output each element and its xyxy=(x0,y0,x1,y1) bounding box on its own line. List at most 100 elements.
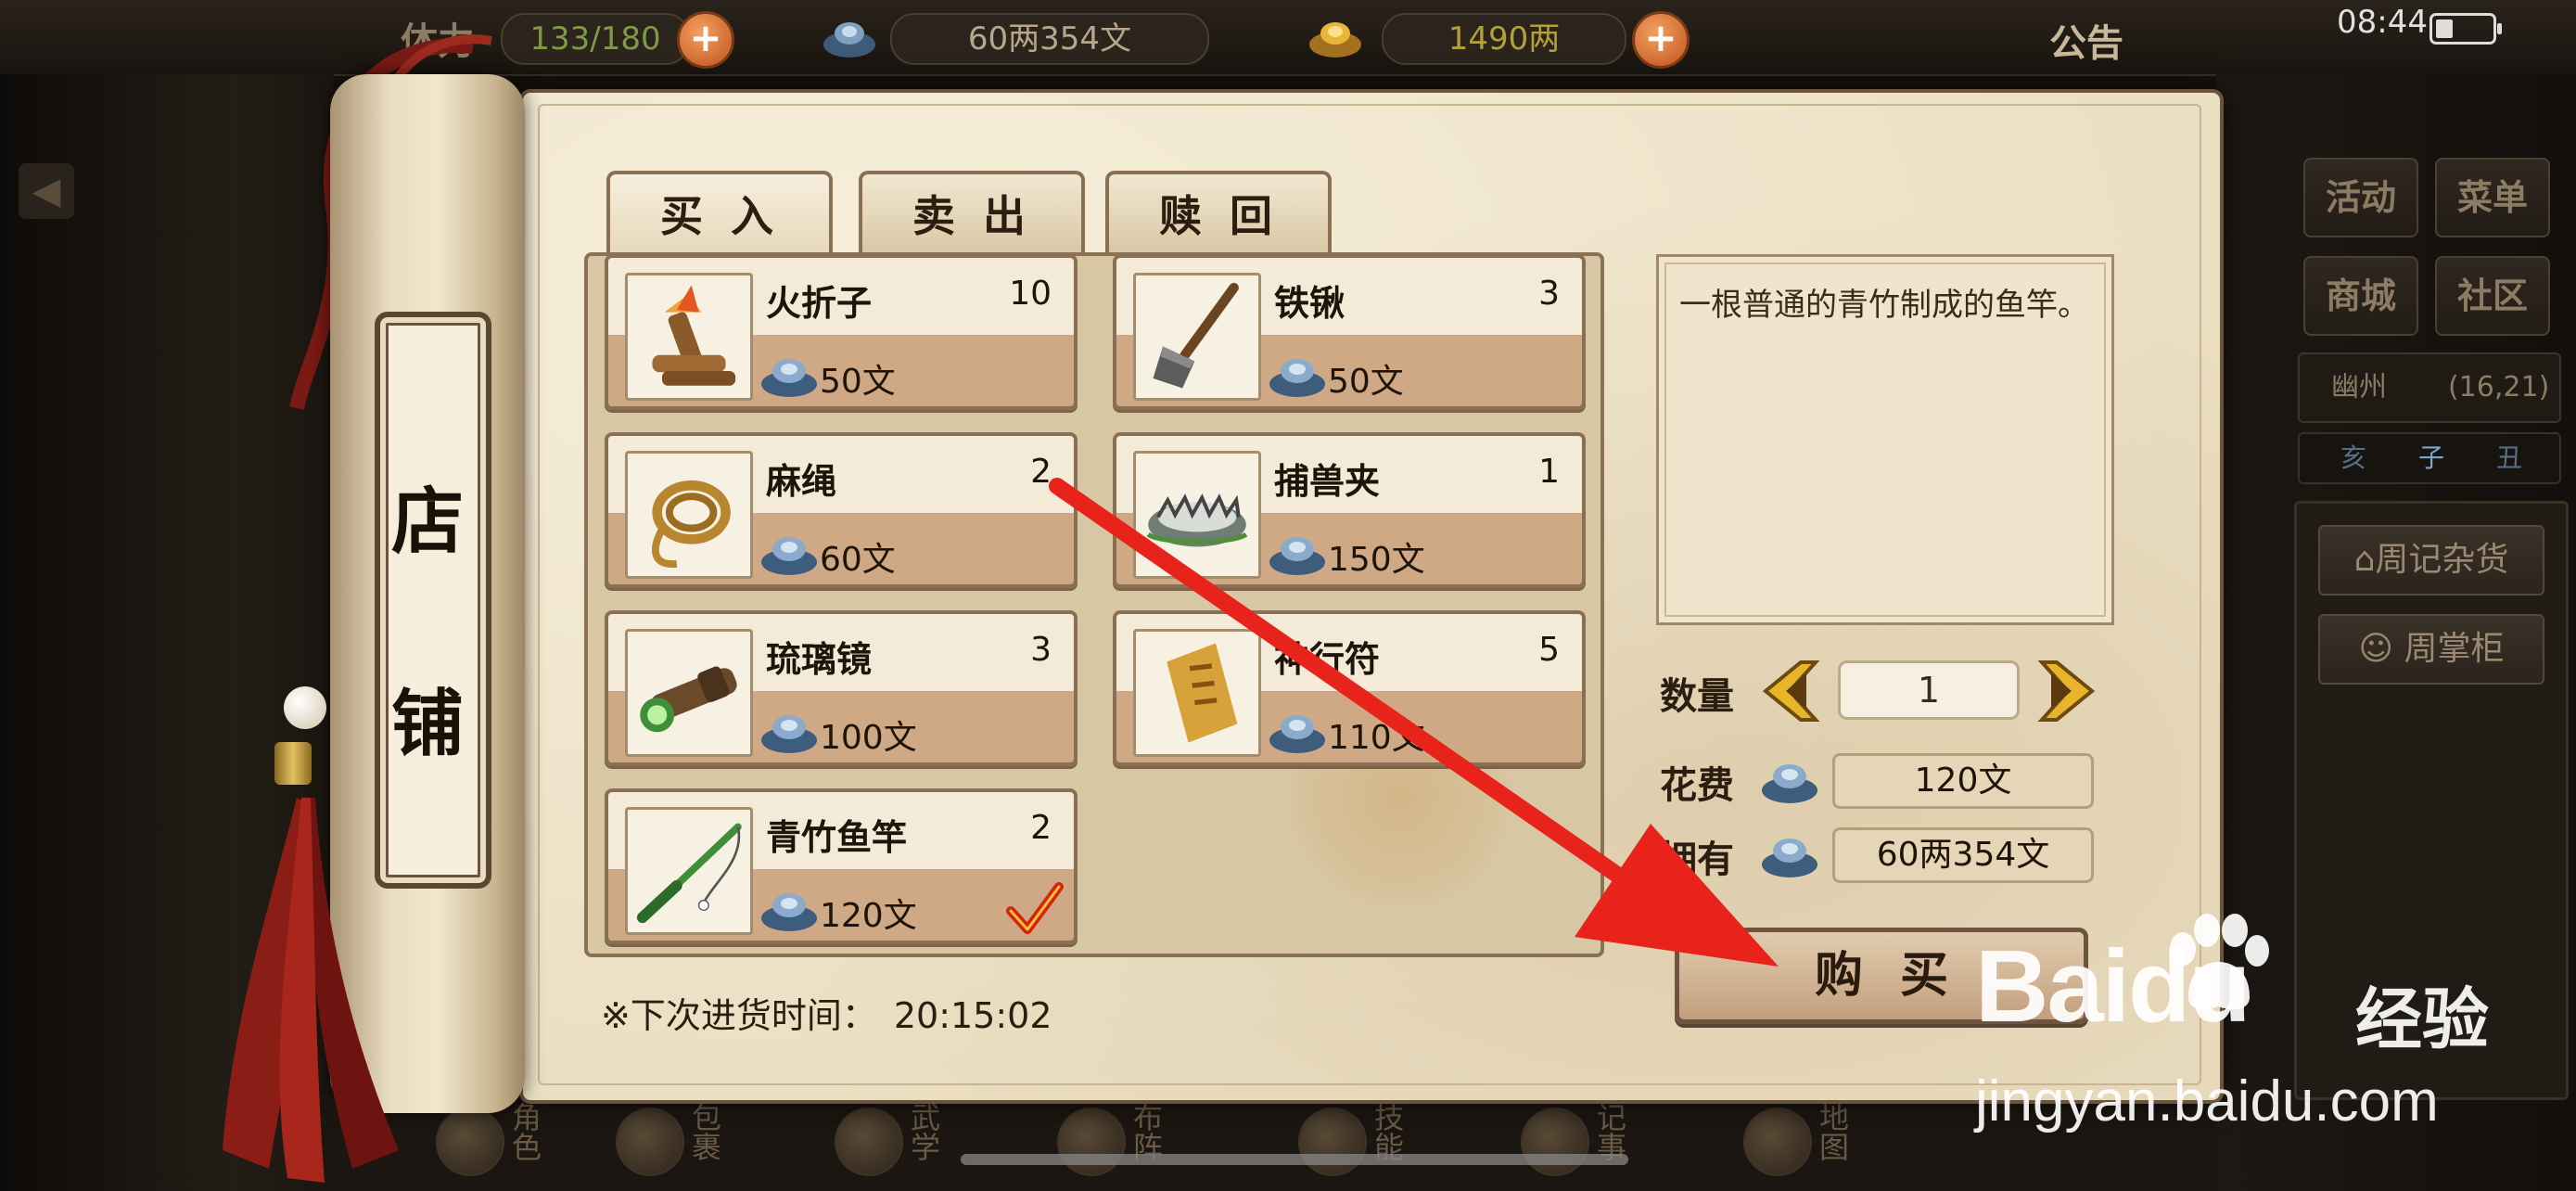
notice-button[interactable]: 公告 xyxy=(2049,13,2123,67)
journal-icon xyxy=(1521,1108,1589,1176)
silver-coin-icon xyxy=(761,715,817,753)
npc-button-shop[interactable]: ⌂周记杂货 xyxy=(2318,525,2544,596)
silver-coin-icon xyxy=(1762,839,1817,877)
silver-coin-icon xyxy=(1762,764,1817,803)
book-icon xyxy=(835,1108,903,1176)
silver-coin-icon xyxy=(1269,359,1325,397)
item-price: 100文 xyxy=(820,719,917,757)
time-mark-chou: 丑 xyxy=(2496,442,2523,473)
item-price: 120文 xyxy=(820,897,917,935)
mall-button[interactable]: 商城 xyxy=(2303,256,2418,336)
shop-item-fishing-rod[interactable]: 青竹鱼竿 2 120文 xyxy=(605,788,1078,944)
rope-icon xyxy=(625,451,753,579)
home-indicator[interactable] xyxy=(961,1154,1628,1165)
nav-martial-label: 武学 xyxy=(906,1102,941,1161)
nav-skill[interactable]: 技能 xyxy=(1298,1102,1409,1176)
silver-coin-icon xyxy=(1269,715,1325,753)
item-name: 捕兽夹 xyxy=(1274,461,1381,502)
item-count: 2 xyxy=(1030,809,1052,847)
silver-coin-icon xyxy=(761,359,817,397)
shop-item-rope[interactable]: 麻绳 2 60文 xyxy=(605,432,1078,588)
house-icon: ⌂ xyxy=(2353,541,2376,579)
item-name: 青竹鱼竿 xyxy=(766,817,908,858)
restock-timer: ※下次进货时间： 20:15:02 xyxy=(601,987,1052,1038)
nav-role[interactable]: 角色 xyxy=(436,1102,547,1176)
skill-icon xyxy=(1298,1108,1367,1176)
item-price: 150文 xyxy=(1328,541,1425,579)
item-name: 神行符 xyxy=(1274,639,1381,680)
activity-button[interactable]: 活动 xyxy=(2303,158,2418,237)
item-count: 1 xyxy=(1538,453,1560,491)
owned-value: 60两354文 xyxy=(1832,827,2094,883)
nav-formation[interactable]: 布阵 xyxy=(1057,1102,1168,1176)
time-mark-hai: 亥 xyxy=(2340,442,2367,473)
clock: 08:44 xyxy=(2337,4,2428,41)
item-count: 3 xyxy=(1030,631,1052,669)
watermark-brand: Baidu xyxy=(1975,929,2251,1044)
shop-item-telescope[interactable]: 琉璃镜 3 100文 xyxy=(605,610,1078,766)
nav-bag[interactable]: 包裹 xyxy=(616,1102,727,1176)
nav-formation-label: 布阵 xyxy=(1129,1102,1164,1161)
cost-label: 花费 xyxy=(1660,764,1734,807)
nav-martial[interactable]: 武学 xyxy=(835,1102,946,1176)
npc-keeper-label: 周掌柜 xyxy=(2404,630,2505,668)
location-coords: (16,21) xyxy=(2448,371,2550,403)
telescope-icon xyxy=(625,629,753,757)
item-price: 50文 xyxy=(1328,363,1404,401)
community-button[interactable]: 社区 xyxy=(2435,256,2550,336)
quantity-label: 数量 xyxy=(1660,675,1734,718)
shop-item-shovel[interactable]: 铁锹 3 50文 xyxy=(1113,254,1586,410)
tab-buy[interactable]: 买入 xyxy=(606,171,833,254)
shop-item-trap[interactable]: 捕兽夹 1 150文 xyxy=(1113,432,1586,588)
nav-role-label: 角色 xyxy=(507,1102,542,1161)
shovel-icon xyxy=(1133,273,1261,401)
map-icon xyxy=(1743,1108,1812,1176)
nav-map[interactable]: 地图 xyxy=(1743,1102,1855,1176)
back-arrow-icon[interactable]: ◀ xyxy=(19,163,74,219)
silver-value: 60两354文 xyxy=(890,13,1209,65)
location-bar: 幽州 (16,21) xyxy=(2298,352,2561,423)
talisman-icon xyxy=(1133,629,1261,757)
restock-label: ※下次进货时间： xyxy=(601,995,877,1036)
torch-icon xyxy=(625,273,753,401)
silver-coin-icon xyxy=(761,537,817,575)
silver-ingot-icon xyxy=(823,22,875,58)
nav-map-label: 地图 xyxy=(1815,1102,1850,1161)
item-price: 50文 xyxy=(820,363,896,401)
shop-item-torch[interactable]: 火折子 10 50文 xyxy=(605,254,1078,410)
shop-item-talisman[interactable]: 神行符 5 110文 xyxy=(1113,610,1586,766)
item-name: 铁锹 xyxy=(1274,283,1345,324)
shop-title-char-1: 店 xyxy=(390,480,464,564)
tab-redeem[interactable]: 赎回 xyxy=(1105,171,1332,254)
time-mark-zi: 子 xyxy=(2418,442,2445,473)
location-name: 幽州 xyxy=(2331,371,2387,403)
item-count: 2 xyxy=(1030,453,1052,491)
npc-shop-label: 周记杂货 xyxy=(2375,541,2509,579)
trap-icon xyxy=(1133,451,1261,579)
add-gold-button[interactable]: + xyxy=(1632,11,1690,69)
owned-label: 拥有 xyxy=(1660,839,1734,881)
add-stamina-button[interactable]: + xyxy=(677,11,734,69)
decrease-quantity-button[interactable] xyxy=(1758,657,1823,725)
item-count: 5 xyxy=(1538,631,1560,669)
increase-quantity-button[interactable] xyxy=(2034,657,2099,725)
restock-time: 20:15:02 xyxy=(893,995,1052,1036)
watermark-suffix: 经验 xyxy=(2355,980,2490,1058)
silver-coin-icon xyxy=(761,893,817,931)
item-count: 3 xyxy=(1538,275,1560,313)
gold-value: 1490两 xyxy=(1382,13,1626,65)
silver-coin-icon xyxy=(1269,537,1325,575)
item-price: 60文 xyxy=(820,541,896,579)
npc-button-keeper[interactable]: ☺ 周掌柜 xyxy=(2318,614,2544,685)
selected-check-icon xyxy=(1006,882,1064,934)
gold-ingot-icon xyxy=(1309,22,1361,58)
person-icon: ☺ xyxy=(2358,630,2404,668)
menu-button[interactable]: 菜单 xyxy=(2435,158,2550,237)
quantity-input[interactable]: 1 xyxy=(1838,660,2020,720)
item-name: 火折子 xyxy=(766,283,873,324)
cost-value: 120文 xyxy=(1832,753,2094,809)
tab-sell[interactable]: 卖出 xyxy=(859,171,1085,254)
watermark-url: jingyan.baidu.com xyxy=(1975,1069,2439,1133)
nav-bag-label: 包裹 xyxy=(687,1102,722,1161)
nav-journal[interactable]: 记事 xyxy=(1521,1102,1632,1176)
